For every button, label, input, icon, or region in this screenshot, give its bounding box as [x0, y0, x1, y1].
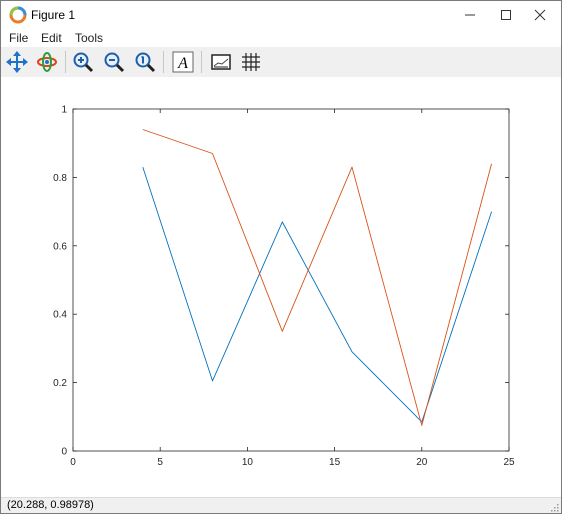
svg-text:A: A	[177, 55, 188, 72]
y-tick-label: 0	[61, 447, 67, 458]
close-button[interactable]	[523, 1, 557, 29]
x-tick-label: 20	[416, 457, 428, 468]
x-tick-label: 25	[503, 457, 515, 468]
maximize-button[interactable]	[489, 1, 523, 29]
pan-button[interactable]	[5, 50, 29, 74]
x-tick-label: 5	[157, 457, 163, 468]
grid-icon	[242, 53, 260, 71]
y-tick-label: 0.8	[53, 173, 67, 184]
minimize-icon	[465, 14, 475, 16]
octave-logo-icon	[9, 6, 27, 24]
toolbar-separator	[201, 51, 202, 73]
plot-svg[interactable]: 0 5 10 15 20 25 0 0.2 0.4 0.6 0.8 1	[1, 77, 561, 497]
toolbar-separator	[65, 51, 66, 73]
toolbar-separator	[163, 51, 164, 73]
axes-box-icon	[211, 54, 231, 70]
toolbar: A	[1, 47, 561, 77]
y-tick-label: 0.2	[53, 378, 67, 389]
menu-file[interactable]: File	[9, 31, 28, 45]
pan-arrows-icon	[6, 51, 28, 73]
y-tick-label: 0.6	[53, 241, 67, 252]
x-tick-label: 15	[329, 457, 341, 468]
menu-edit[interactable]: Edit	[41, 31, 62, 45]
text-icon: A	[172, 51, 194, 73]
rotate-button[interactable]	[35, 50, 59, 74]
cursor-coordinates: (20.288, 0.98978)	[7, 499, 94, 511]
zoom-in-button[interactable]	[71, 50, 95, 74]
y-tick-label: 1	[61, 105, 67, 116]
zoom-in-icon	[73, 52, 94, 73]
y-tick-label: 0.4	[53, 310, 67, 321]
menu-bar: File Edit Tools	[1, 29, 561, 47]
figure-window: Figure 1 File Edit Tools A 0 5 10 15 20 …	[0, 0, 562, 514]
insert-text-button[interactable]: A	[171, 50, 195, 74]
x-tick-label: 10	[242, 457, 254, 468]
resize-grip-icon[interactable]	[549, 502, 559, 512]
status-bar: (20.288, 0.98978)	[1, 497, 561, 513]
close-icon	[534, 9, 546, 21]
menu-tools[interactable]: Tools	[75, 31, 103, 45]
x-tick-label: 0	[70, 457, 76, 468]
window-title: Figure 1	[31, 8, 76, 22]
zoom-out-icon	[104, 52, 125, 73]
toggle-grid-button[interactable]	[239, 50, 263, 74]
maximize-icon	[501, 10, 511, 20]
zoom-reset-icon	[135, 52, 156, 73]
axes: 0 5 10 15 20 25 0 0.2 0.4 0.6 0.8 1	[53, 105, 515, 469]
toggle-axes-button[interactable]	[209, 50, 233, 74]
figure-canvas[interactable]: 0 5 10 15 20 25 0 0.2 0.4 0.6 0.8 1	[1, 77, 561, 497]
rotate-3d-icon	[37, 52, 57, 72]
minimize-button[interactable]	[453, 1, 487, 29]
zoom-out-button[interactable]	[102, 50, 126, 74]
title-bar[interactable]: Figure 1	[1, 1, 561, 29]
zoom-reset-button[interactable]	[133, 50, 157, 74]
axes-box	[72, 108, 510, 452]
